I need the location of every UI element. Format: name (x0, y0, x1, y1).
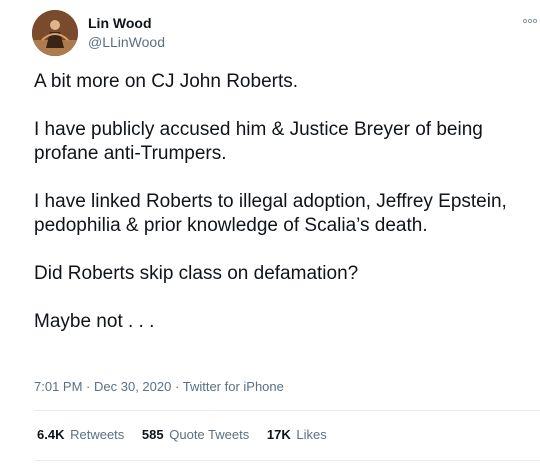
retweets-label: Retweets (70, 427, 125, 442)
tweet-paragraph: Did Roberts skip class on defamation? (34, 263, 359, 284)
tweet-source[interactable]: Twitter for iPhone (183, 379, 284, 394)
quote-tweets-label: Quote Tweets (169, 427, 250, 442)
likes-count: 17K (266, 427, 291, 442)
tweet-text: A bit more on CJ John Roberts. I have pu… (34, 70, 534, 358)
more-options-icon[interactable] (522, 14, 538, 26)
tweet-paragraph: I have publicly accused him & Justice Br… (34, 119, 483, 164)
divider (34, 410, 540, 411)
meta-separator: · (174, 379, 180, 394)
retweets-count: 6.4K (37, 427, 65, 442)
quote-tweets-stat[interactable]: 585 Quote Tweets (142, 427, 249, 442)
tweet-date[interactable]: Dec 30, 2020 (94, 379, 171, 394)
tweet-paragraph: A bit more on CJ John Roberts. (34, 71, 299, 92)
tweet-time[interactable]: 7:01 PM (34, 379, 82, 394)
divider (34, 460, 540, 461)
tweet-paragraph: Maybe not . . . (34, 311, 155, 332)
tweet-paragraph: I have linked Roberts to illegal adoptio… (34, 191, 507, 236)
avatar-image (32, 10, 78, 56)
author-handle[interactable]: @LLinWood (88, 34, 165, 50)
author-name[interactable]: Lin Wood (88, 15, 152, 31)
avatar[interactable] (32, 10, 78, 56)
tweet-card: Lin Wood @LLinWood A bit more on CJ John… (0, 0, 540, 464)
likes-label: Likes (296, 427, 327, 442)
meta-separator: · (86, 379, 91, 394)
tweet-meta: 7:01 PM · Dec 30, 2020 · Twitter for iPh… (34, 379, 284, 394)
tweet-stats: 6.4K Retweets 585 Quote Tweets 17K Likes (37, 427, 341, 442)
likes-stat[interactable]: 17K Likes (267, 427, 327, 442)
quote-tweets-count: 585 (141, 427, 164, 442)
retweets-stat[interactable]: 6.4K Retweets (37, 427, 124, 442)
